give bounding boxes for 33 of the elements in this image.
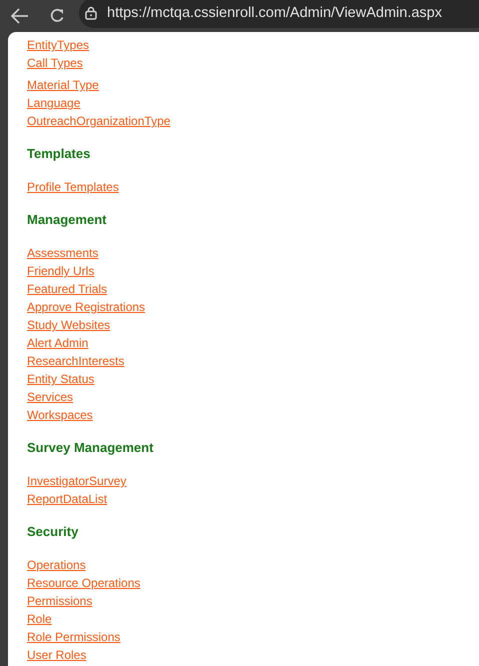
- admin-link[interactable]: Study Websites: [27, 316, 110, 334]
- section-heading: Survey Management: [27, 440, 154, 456]
- admin-link[interactable]: Assessments: [27, 244, 98, 262]
- admin-link[interactable]: Language: [27, 94, 80, 112]
- admin-link[interactable]: Approve Registrations: [27, 298, 146, 316]
- admin-link[interactable]: User Roles: [27, 646, 86, 664]
- section-heading: Management: [27, 212, 106, 228]
- back-icon[interactable]: [11, 8, 29, 24]
- reload-icon[interactable]: [49, 8, 65, 24]
- admin-link[interactable]: ResearchInterests: [27, 352, 124, 370]
- admin-link[interactable]: Call Types: [27, 54, 83, 72]
- admin-link[interactable]: ReportDataList: [27, 490, 108, 508]
- admin-link[interactable]: Alert Admin: [27, 334, 88, 352]
- admin-link[interactable]: Friendly Urls: [27, 262, 94, 280]
- lock-icon[interactable]: [85, 6, 97, 20]
- admin-link[interactable]: Role Permissions: [27, 628, 120, 646]
- admin-link[interactable]: Services: [27, 388, 74, 406]
- section-heading: Security: [27, 524, 78, 540]
- admin-link[interactable]: Role: [27, 610, 52, 628]
- admin-link[interactable]: OutreachOrganizationType: [27, 112, 170, 130]
- url-text: https://mctqa.cssienroll.com/Admin/ViewAdmin.aspx: [107, 5, 442, 21]
- admin-link[interactable]: InvestigatorSurvey: [27, 472, 126, 490]
- admin-link[interactable]: Resource Operations: [27, 574, 140, 592]
- admin-link[interactable]: Permissions: [27, 592, 92, 610]
- admin-link[interactable]: Material Type: [27, 76, 99, 94]
- address-bar[interactable]: https://mctqa.cssienroll.com/Admin/ViewAdmin.aspx: [79, 0, 479, 28]
- admin-link[interactable]: Workspaces: [27, 406, 93, 424]
- admin-link[interactable]: Entity Status: [27, 370, 94, 388]
- section-heading: Templates: [27, 146, 90, 162]
- admin-link[interactable]: EntityTypes: [27, 36, 90, 54]
- admin-link[interactable]: Featured Trials: [27, 280, 108, 298]
- admin-link[interactable]: Profile Templates: [27, 178, 119, 196]
- admin-link[interactable]: Operations: [27, 556, 86, 574]
